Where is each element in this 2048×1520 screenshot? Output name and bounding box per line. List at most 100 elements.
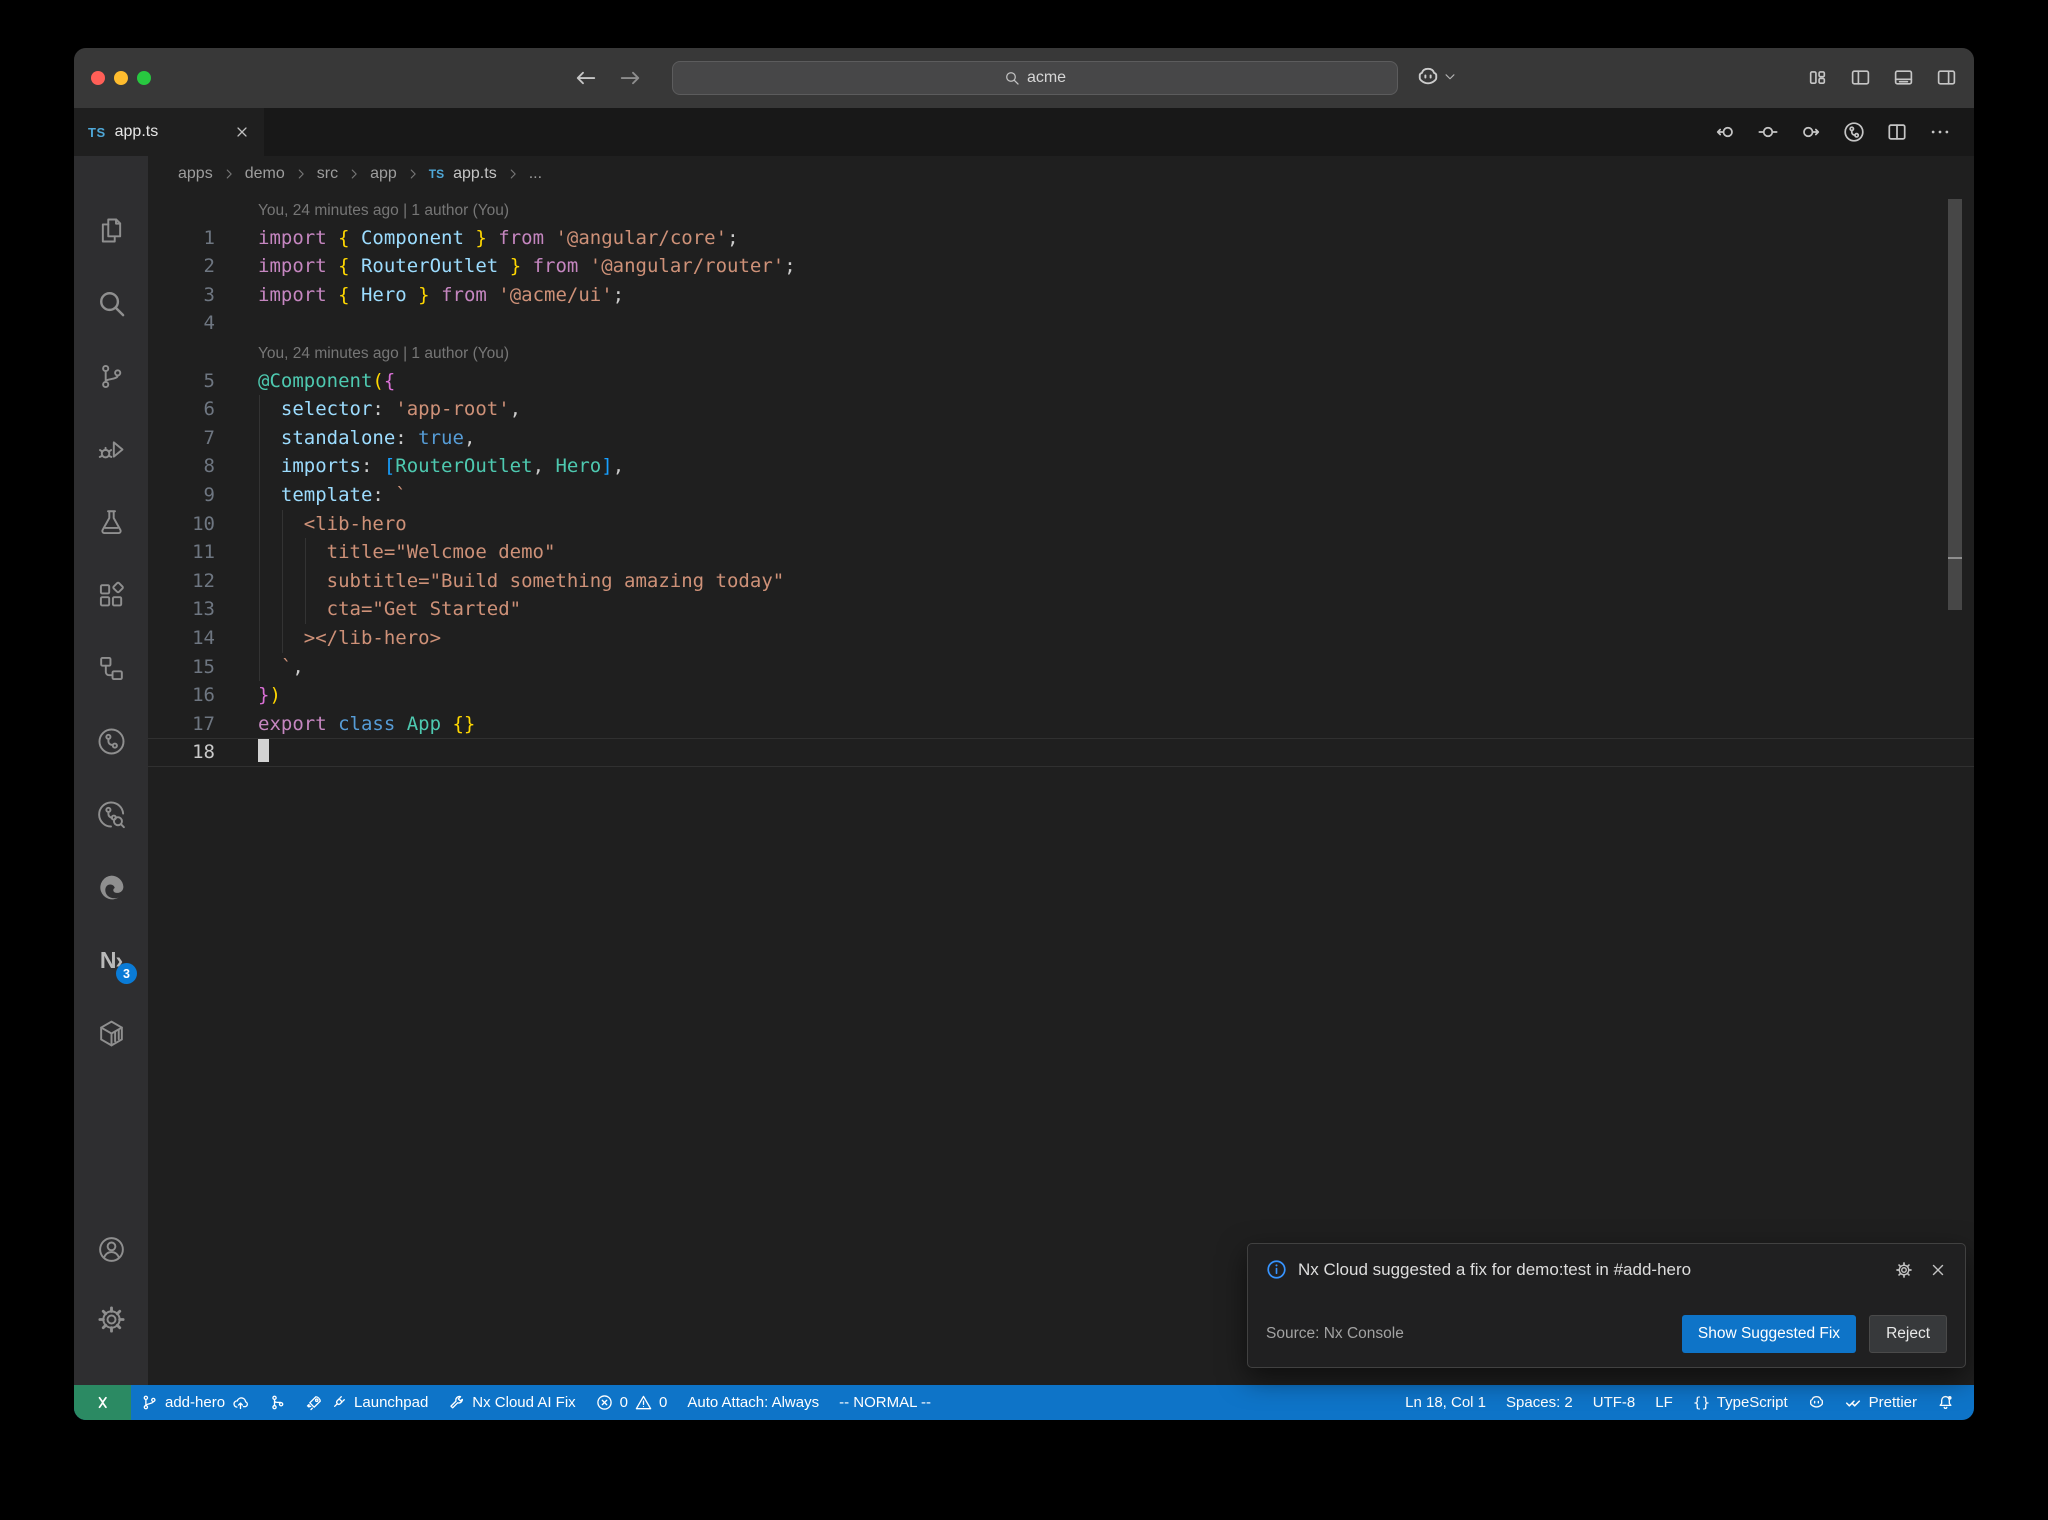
split-editor-icon[interactable] xyxy=(1886,121,1908,143)
line-number: 4 xyxy=(203,312,215,335)
notification-close-icon[interactable] xyxy=(1929,1261,1947,1279)
nav-forward-circle-icon[interactable] xyxy=(1800,121,1822,143)
activity-accounts[interactable] xyxy=(87,1225,135,1273)
activity-nx-graph-search[interactable] xyxy=(87,790,135,838)
editor-actions xyxy=(1714,108,1974,156)
status-eol[interactable]: LF xyxy=(1645,1385,1683,1420)
code-line-5: 5 @Component({ xyxy=(148,367,1974,396)
breadcrumb-file[interactable]: app.ts xyxy=(453,165,497,183)
timeline-circle-icon[interactable] xyxy=(1757,121,1779,143)
close-button[interactable] xyxy=(91,71,105,85)
remote-icon xyxy=(94,1394,111,1411)
code-line-10: 10 <lib-hero xyxy=(148,510,1974,539)
breadcrumb-item-app[interactable]: app xyxy=(370,165,397,183)
customize-layout-icon[interactable] xyxy=(1807,67,1828,88)
activity-explorer[interactable] xyxy=(87,206,135,254)
status-notifications-bell[interactable] xyxy=(1927,1385,1964,1420)
arrow-back-icon[interactable] xyxy=(574,66,598,90)
status-auto-attach[interactable]: Auto Attach: Always xyxy=(677,1385,829,1420)
tab-label: app.ts xyxy=(114,123,159,140)
code-line-2: 2 import { RouterOutlet } from '@angular/… xyxy=(148,252,1974,281)
more-actions-icon[interactable] xyxy=(1929,121,1951,143)
nav-back-circle-icon[interactable] xyxy=(1714,121,1736,143)
status-language-mode-label: TypeScript xyxy=(1716,1394,1788,1411)
testing-icon xyxy=(96,507,127,538)
status-indentation[interactable]: Spaces: 2 xyxy=(1496,1385,1583,1420)
reject-button[interactable]: Reject xyxy=(1869,1315,1947,1353)
status-launchpad[interactable]: Launchpad xyxy=(296,1385,438,1420)
editor-column: apps demo src app TS app.ts... You, 24 minute… xyxy=(148,156,1974,1385)
code-line-7: 7 standalone: true, xyxy=(148,424,1974,453)
activity-extensions[interactable] xyxy=(87,571,135,619)
breadcrumb-item-demo[interactable]: demo xyxy=(245,165,285,183)
activity-nx-project-graph[interactable] xyxy=(87,717,135,765)
status-encoding[interactable]: UTF-8 xyxy=(1583,1385,1646,1420)
activity-hierarchy[interactable] xyxy=(87,644,135,692)
zoom-button[interactable] xyxy=(137,71,151,85)
status-launchpad-label: Launchpad xyxy=(354,1394,429,1411)
copilot-menu[interactable] xyxy=(1416,65,1457,89)
status-source-control-graph[interactable] xyxy=(259,1385,296,1420)
activity-source-control[interactable] xyxy=(87,352,135,400)
nx-graph-circled-icon[interactable] xyxy=(1843,121,1865,143)
command-center-search[interactable]: acme xyxy=(672,61,1398,95)
status-problems[interactable]: 00 xyxy=(586,1385,678,1420)
status-nx-cloud-ai-fix[interactable]: Nx Cloud AI Fix xyxy=(438,1385,585,1420)
line-number: 14 xyxy=(192,626,215,649)
status-cursor-position[interactable]: Ln 18, Col 1 xyxy=(1395,1385,1496,1420)
breadcrumb-item-apps[interactable]: apps xyxy=(178,165,213,183)
activity-run-and-debug[interactable] xyxy=(87,425,135,473)
line-number: 15 xyxy=(192,655,215,678)
activity-containers[interactable] xyxy=(87,1009,135,1057)
code-line-6: 6 selector: 'app-root', xyxy=(148,395,1974,424)
vscode-window: acme TS app.ts N› 3 apps demo src app TS app.t… xyxy=(74,48,1974,1420)
run-debug-icon xyxy=(96,434,127,465)
code-line-11: 11 title="Welcmoe demo" xyxy=(148,538,1974,567)
error-icon xyxy=(596,1394,613,1411)
plug-icon xyxy=(330,1394,347,1411)
status-vim-mode[interactable]: -- NORMAL -- xyxy=(829,1385,941,1420)
chevron-right-icon xyxy=(406,167,420,181)
scrollbar-thumb[interactable] xyxy=(1948,199,1962,610)
layout-controls xyxy=(1807,67,1957,88)
line-number: 9 xyxy=(203,483,215,506)
code-line-12: 12 subtitle="Build something amazing tod… xyxy=(148,567,1974,596)
toggle-primary-sidebar-icon[interactable] xyxy=(1850,67,1871,88)
line-number: 12 xyxy=(192,569,215,592)
status-eol-label: LF xyxy=(1655,1394,1673,1411)
status-copilot-status[interactable] xyxy=(1798,1385,1835,1420)
activity-edge-devtools[interactable] xyxy=(87,863,135,911)
notification-settings-gear-icon[interactable] xyxy=(1895,1261,1913,1279)
status-git-branch[interactable]: add-hero xyxy=(131,1385,259,1420)
breadcrumb-item-src[interactable]: src xyxy=(317,165,338,183)
indent-guide xyxy=(304,538,306,624)
status-language-mode[interactable]: {} TypeScript xyxy=(1683,1385,1798,1420)
rocket-icon xyxy=(306,1394,323,1411)
arrow-forward-icon[interactable] xyxy=(618,66,642,90)
line-number: 2 xyxy=(203,255,215,278)
toggle-panel-icon[interactable] xyxy=(1893,67,1914,88)
blame-row: You, 24 minutes ago | 1 author (You) xyxy=(148,338,1974,367)
code-line-3: 3 import { Hero } from '@acme/ui'; xyxy=(148,281,1974,310)
minimize-button[interactable] xyxy=(114,71,128,85)
status-remote-indicator[interactable] xyxy=(74,1385,131,1420)
activity-settings[interactable] xyxy=(87,1295,135,1343)
breadcrumb-more[interactable]: ... xyxy=(529,165,542,183)
typescript-file-icon: TS xyxy=(428,167,445,181)
status-encoding-label: UTF-8 xyxy=(1592,1394,1636,1411)
code-editor[interactable]: You, 24 minutes ago | 1 author (You) 1 imp… xyxy=(148,192,1974,1385)
toggle-secondary-sidebar-icon[interactable] xyxy=(1936,67,1957,88)
chevron-right-icon xyxy=(506,167,520,181)
titlebar: acme xyxy=(74,48,1974,108)
activity-search[interactable] xyxy=(87,279,135,327)
activity-nx-console[interactable]: N› 3 xyxy=(87,936,137,984)
code-text: standalone: true, xyxy=(258,426,476,449)
scrollbar-cursor-marker xyxy=(1948,557,1962,559)
tab-app-ts[interactable]: TS app.ts xyxy=(74,108,264,156)
close-icon[interactable] xyxy=(234,124,250,140)
show-suggested-fix-button[interactable]: Show Suggested Fix xyxy=(1681,1315,1857,1353)
status-prettier[interactable]: Prettier xyxy=(1835,1385,1927,1420)
code-text: import { Hero } from '@acme/ui'; xyxy=(258,283,625,306)
activity-testing[interactable] xyxy=(87,498,135,546)
line-number xyxy=(148,338,215,367)
